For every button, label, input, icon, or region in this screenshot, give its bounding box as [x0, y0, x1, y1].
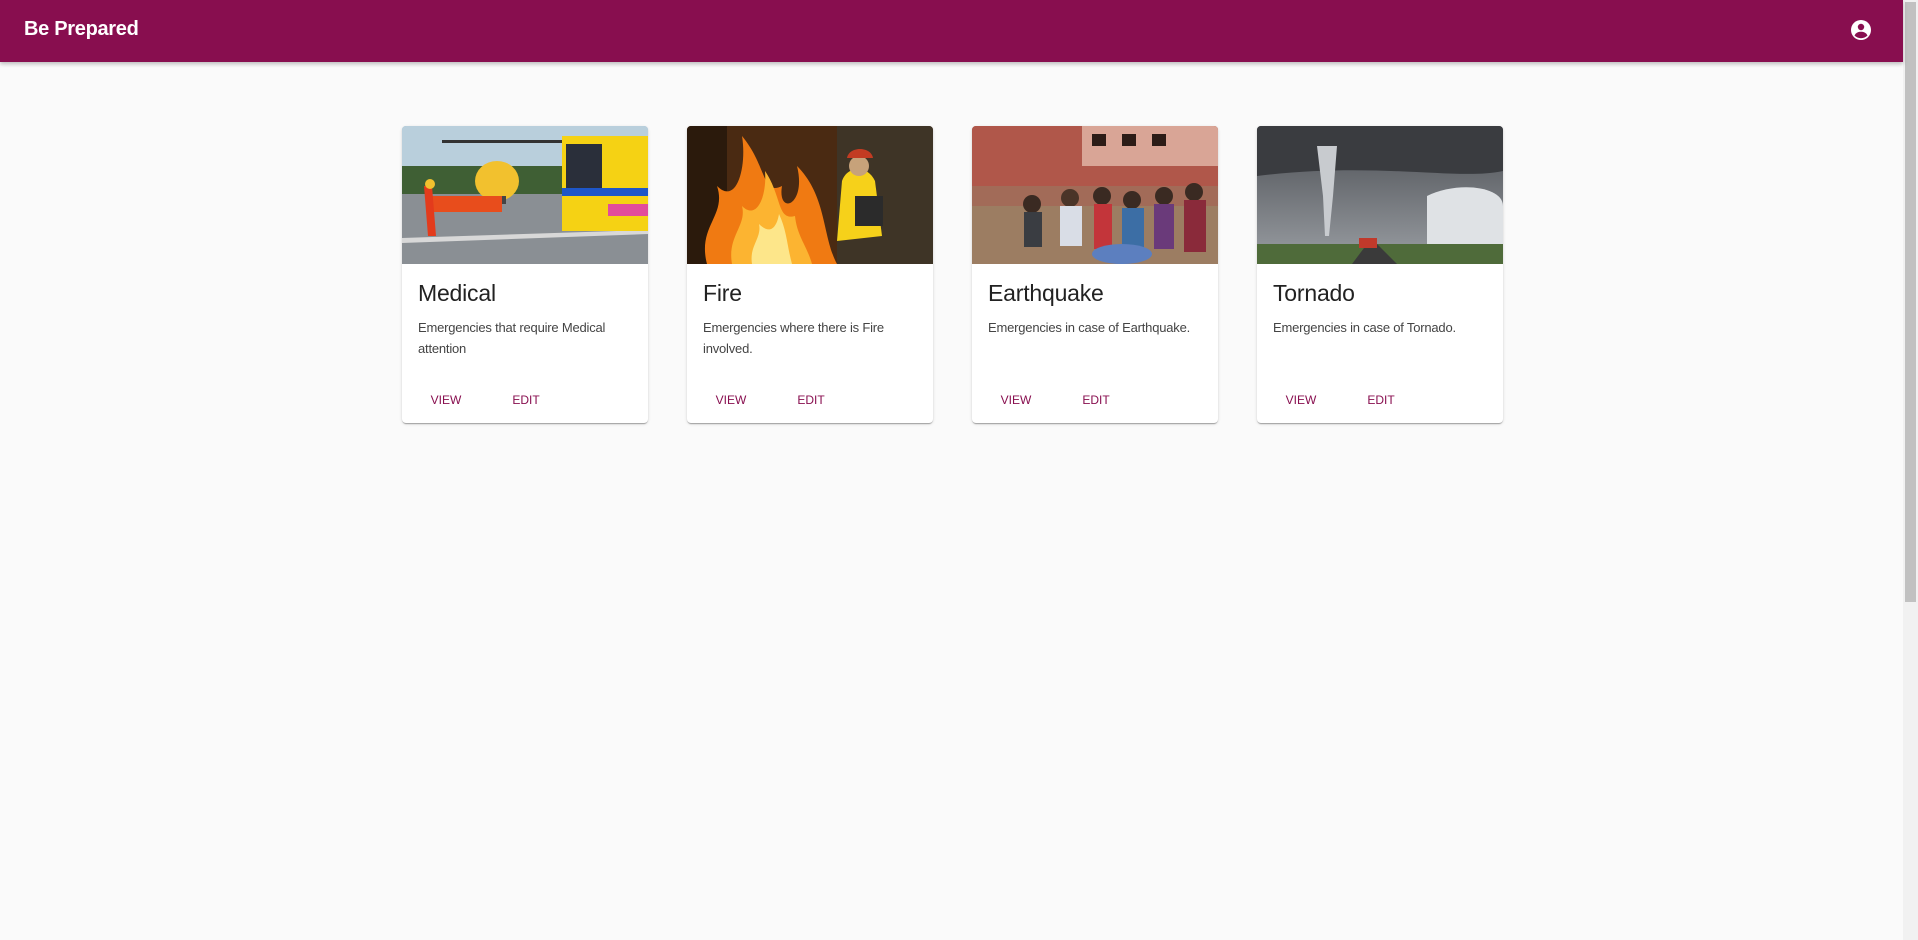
- card-actions: VIEW EDIT: [1265, 387, 1417, 413]
- card-earthquake: Earthquake Emergencies in case of Earthq…: [972, 126, 1218, 423]
- card-title: Earthquake: [988, 280, 1104, 306]
- edit-button[interactable]: EDIT: [1345, 387, 1417, 413]
- card-title: Medical: [418, 280, 496, 306]
- earthquake-image: [972, 126, 1218, 264]
- category-card-grid: Medical Emergencies that require Medical…: [402, 126, 1503, 423]
- account-circle-icon[interactable]: [1849, 18, 1873, 42]
- scrollbar[interactable]: [1903, 0, 1918, 940]
- card-description: Emergencies where there is Fire involved…: [703, 320, 884, 356]
- tornado-image: [1257, 126, 1503, 264]
- view-button[interactable]: VIEW: [410, 387, 482, 413]
- edit-button[interactable]: EDIT: [490, 387, 562, 413]
- app-title: Be Prepared: [24, 18, 139, 40]
- card-description: Emergencies that require Medical attenti…: [418, 320, 606, 356]
- scrollbar-thumb[interactable]: [1905, 2, 1916, 602]
- card-title: Fire: [703, 280, 742, 306]
- view-button[interactable]: VIEW: [980, 387, 1052, 413]
- card-actions: VIEW EDIT: [410, 387, 562, 413]
- card-fire: Fire Emergencies where there is Fire inv…: [687, 126, 933, 423]
- medical-image: [402, 126, 648, 264]
- card-description: Emergencies in case of Tornado.: [1273, 320, 1456, 335]
- fire-image: [687, 126, 933, 264]
- edit-button[interactable]: EDIT: [1060, 387, 1132, 413]
- card-medical: Medical Emergencies that require Medical…: [402, 126, 648, 423]
- view-button[interactable]: VIEW: [695, 387, 767, 413]
- edit-button[interactable]: EDIT: [775, 387, 847, 413]
- card-actions: VIEW EDIT: [980, 387, 1132, 413]
- card-title: Tornado: [1273, 280, 1355, 306]
- view-button[interactable]: VIEW: [1265, 387, 1337, 413]
- app-bar: Be Prepared: [0, 0, 1903, 62]
- card-description: Emergencies in case of Earthquake.: [988, 320, 1191, 335]
- card-actions: VIEW EDIT: [695, 387, 847, 413]
- card-tornado: Tornado Emergencies in case of Tornado. …: [1257, 126, 1503, 423]
